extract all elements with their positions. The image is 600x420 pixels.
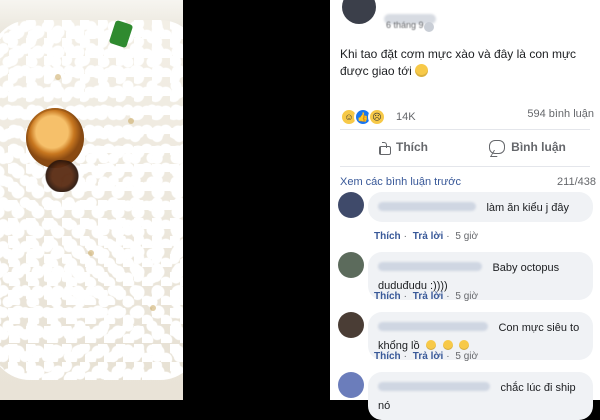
squid-tentacles xyxy=(40,160,84,192)
comment-actions: Thích · Trả lời · 5 giờ xyxy=(374,291,479,302)
comment-like-link[interactable]: Thích xyxy=(374,291,401,302)
reactions-icons: ☺ 👍 ☹ xyxy=(340,108,386,126)
comment-reply-link[interactable]: Trả lời xyxy=(413,231,443,242)
commenter-avatar[interactable] xyxy=(338,312,364,338)
comment-label: Bình luận xyxy=(511,140,566,154)
comment-actions: Thích · Trả lời · 5 giờ xyxy=(374,351,479,362)
commenter-name-blurred[interactable] xyxy=(378,262,482,272)
comment-time: 5 giờ xyxy=(455,231,479,242)
comment-reply-link[interactable]: Trả lời xyxy=(413,291,443,302)
food-photo xyxy=(0,0,183,400)
comment-time: 5 giờ xyxy=(455,351,479,362)
commenter-name-blurred[interactable] xyxy=(378,382,490,392)
crying-emoji-icon xyxy=(426,340,437,350)
comment-button[interactable]: Bình luận xyxy=(465,130,590,164)
comment-total[interactable]: 594 bình luận xyxy=(527,108,594,120)
commenter-avatar[interactable] xyxy=(338,192,364,218)
comment-like-link[interactable]: Thích xyxy=(374,231,401,242)
like-label: Thích xyxy=(396,140,428,154)
facebook-post-panel: 6 tháng 9 Khi tao đặt cơm mực xào và đây… xyxy=(330,0,600,420)
comment-bubble: làm ăn kiểu j đây xyxy=(368,192,593,222)
rice-crumb xyxy=(88,250,94,256)
post-actions: Thích Bình luận xyxy=(340,130,590,164)
rice-crumb xyxy=(150,305,156,311)
post-meta: 6 tháng 9 xyxy=(386,20,424,30)
commenter-avatar[interactable] xyxy=(338,372,364,398)
comment-bubble: chắc lúc đi ship nó xyxy=(368,372,593,420)
crying-emoji-icon xyxy=(458,340,469,350)
commenter-name-blurred[interactable] xyxy=(378,202,476,212)
comment-time: 5 giờ xyxy=(455,291,479,302)
post-date: 6 tháng 9 xyxy=(386,20,424,30)
comments-count: 211/438 xyxy=(557,176,596,188)
poster-avatar[interactable] xyxy=(342,0,376,24)
comment-actions: Thích · Trả lời · 5 giờ xyxy=(374,231,479,242)
sad-reaction-icon: ☹ xyxy=(368,108,386,126)
thumb-up-icon xyxy=(377,141,391,155)
rice-crumb xyxy=(55,74,61,80)
commenter-avatar[interactable] xyxy=(338,252,364,278)
privacy-globe-icon xyxy=(424,22,434,32)
comment-like-link[interactable]: Thích xyxy=(374,351,401,362)
reaction-count: 14K xyxy=(396,111,416,123)
view-previous-comments[interactable]: Xem các bình luận trước xyxy=(340,176,461,188)
reactions-summary[interactable]: ☺ 👍 ☹ 14K xyxy=(340,108,416,126)
post-text: Khi tao đặt cơm mực xào và đây là con mự… xyxy=(340,46,595,80)
crying-emoji-icon xyxy=(442,340,453,350)
comment-bubble-icon xyxy=(489,140,506,154)
rice xyxy=(0,20,183,380)
divider xyxy=(340,166,590,167)
comment-text: làm ăn kiểu j đây xyxy=(486,202,569,214)
tiny-squid xyxy=(26,108,84,168)
post-text-content: Khi tao đặt cơm mực xào và đây là con mự… xyxy=(340,47,577,78)
post-header: 6 tháng 9 xyxy=(330,0,600,34)
rice-crumb xyxy=(128,118,134,124)
commenter-name-blurred[interactable] xyxy=(378,322,488,332)
crying-emoji-icon xyxy=(414,64,428,77)
like-button[interactable]: Thích xyxy=(340,130,465,164)
comment-reply-link[interactable]: Trả lời xyxy=(413,351,443,362)
